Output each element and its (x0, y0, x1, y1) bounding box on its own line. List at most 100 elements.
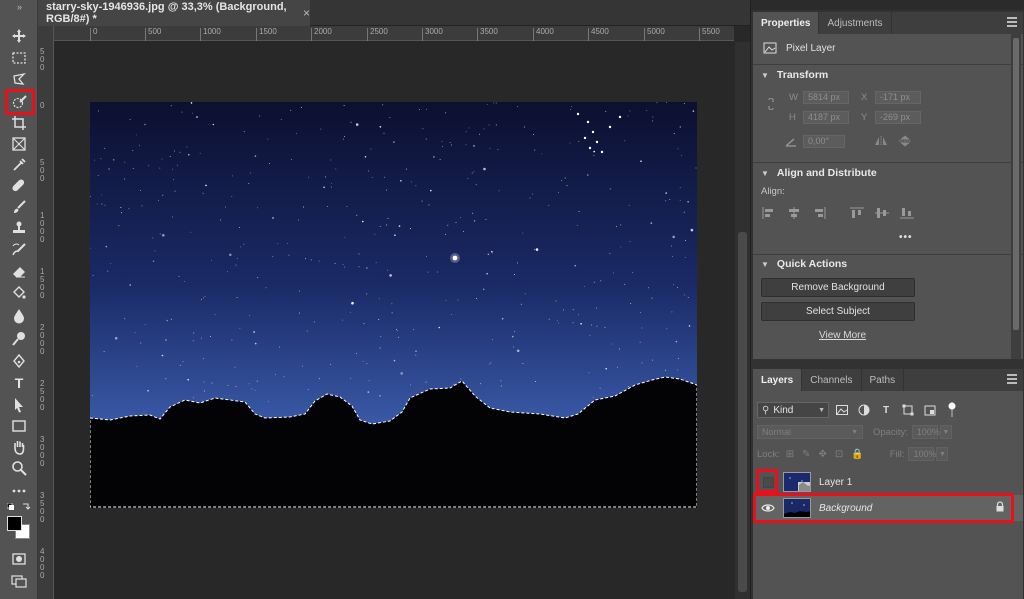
y-field[interactable]: Y -269 px (861, 110, 921, 124)
color-swatches[interactable] (7, 516, 33, 542)
eyedropper-icon[interactable] (8, 155, 30, 175)
chevron-down-icon[interactable]: ▼ (936, 447, 949, 461)
angle-field[interactable]: 0,00° (803, 134, 845, 148)
ruler-tick: 4500 (588, 28, 609, 41)
chevron-down-icon: ▼ (761, 168, 769, 178)
close-document-icon[interactable]: × (303, 6, 310, 20)
align-right-icon[interactable] (811, 206, 827, 220)
blend-mode-select[interactable]: Normal ▼ (757, 425, 863, 439)
properties-panel: Properties Adjustments Pixel Layer ▼ Tran… (753, 12, 1023, 359)
y-label: Y (861, 111, 868, 123)
filter-toggle-icon[interactable] (943, 402, 961, 418)
pixel-layer-icon (763, 42, 777, 54)
filter-kind-select[interactable]: ⚲ Kind ▼ (757, 402, 829, 418)
height-field[interactable]: H 4187 px (789, 110, 849, 124)
remove-background-button[interactable]: Remove Background (761, 278, 915, 297)
ruler-tick: 4000 (533, 28, 554, 41)
document-tab[interactable]: starry-sky-1946936.jpg @ 33,3% (Backgrou… (38, 0, 310, 26)
path-selection-icon[interactable] (8, 395, 30, 415)
panel-menu-icon[interactable] (1007, 17, 1017, 27)
select-subject-button[interactable]: Select Subject (761, 302, 915, 321)
align-left-icon[interactable] (761, 206, 777, 220)
angle-value[interactable]: 0,00° (803, 134, 845, 148)
brush-icon[interactable] (8, 197, 30, 217)
transform-section-header[interactable]: ▼ Transform (761, 69, 828, 81)
hand-icon[interactable] (8, 437, 30, 457)
properties-scrollbar[interactable] (1011, 34, 1021, 359)
rectangle-tool-icon[interactable] (8, 416, 30, 436)
lock-icons[interactable]: ⊞✎✥⊡🔒 (786, 449, 872, 460)
crop-icon[interactable] (8, 113, 30, 133)
height-value[interactable]: 4187 px (803, 110, 849, 124)
link-dimensions-icon[interactable] (763, 97, 779, 111)
healing-brush-icon[interactable] (8, 176, 30, 196)
ruler-tick: 2 5 0 0 (40, 379, 45, 412)
align-section-header[interactable]: ▼ Align and Distribute (761, 167, 877, 179)
tab-layers[interactable]: Layers (753, 369, 803, 391)
quick-mask-icon[interactable] (8, 549, 30, 569)
filter-pixel-icon[interactable] (833, 402, 851, 418)
filter-type-icon[interactable]: T (877, 402, 895, 418)
flip-horizontal-icon[interactable] (873, 134, 889, 148)
quick-actions-section-header[interactable]: ▼ Quick Actions (761, 258, 847, 270)
tab-adjustments[interactable]: Adjustments (819, 12, 892, 34)
align-bottom-icon[interactable] (899, 206, 915, 220)
blur-icon[interactable] (8, 306, 30, 326)
paint-bucket-icon[interactable] (8, 283, 30, 303)
more-options-icon[interactable]: ••• (899, 232, 913, 243)
foreground-color-swatch[interactable] (7, 516, 22, 531)
ruler-tick: 2500 (367, 28, 388, 41)
pen-icon[interactable] (8, 351, 30, 371)
history-brush-icon[interactable] (8, 240, 30, 260)
lasso-icon[interactable] (8, 69, 30, 89)
width-field[interactable]: W 5814 px (789, 90, 849, 104)
tab-paths[interactable]: Paths (862, 369, 905, 391)
tab-channels[interactable]: Channels (802, 369, 862, 391)
view-more-link[interactable]: View More (819, 330, 866, 341)
eraser-icon[interactable] (8, 261, 30, 281)
type-tool-icon[interactable]: T (8, 373, 30, 393)
x-field[interactable]: X -171 px (861, 90, 921, 104)
opacity-value[interactable]: 100% (911, 425, 940, 439)
layer-thumbnail (783, 472, 811, 492)
flip-vertical-icon[interactable] (897, 134, 913, 148)
default-colors-icon[interactable] (6, 502, 31, 512)
panel-menu-icon[interactable] (1007, 374, 1017, 384)
filter-adjustment-icon[interactable] (855, 402, 873, 418)
align-middle-icon[interactable] (874, 206, 890, 220)
zoom-icon[interactable] (8, 458, 30, 478)
align-center-icon[interactable] (786, 206, 802, 220)
quick-selection-tool-icon[interactable] (5, 89, 35, 115)
search-icon: ⚲ (762, 404, 770, 416)
collapse-toolbar-icon[interactable]: » (0, 2, 38, 12)
scrollbar-thumb[interactable] (738, 232, 747, 592)
canvas-area[interactable] (55, 42, 735, 599)
filter-smart-object-icon[interactable] (921, 402, 939, 418)
starry-sky-image[interactable] (90, 102, 697, 508)
tab-properties[interactable]: Properties (753, 12, 820, 34)
photoshop-window: » T starry-sky-1946936.jpg @ 33,3% (Back… (0, 0, 1024, 599)
fill-value[interactable]: 100% (908, 447, 937, 461)
more-tools-icon[interactable] (8, 481, 30, 501)
y-value[interactable]: -269 px (875, 110, 921, 124)
layers-panel: Layers Channels Paths ⚲ Kind ▼ T Normal … (753, 369, 1023, 599)
layer-row-layer-1[interactable]: Layer 1 (753, 469, 1023, 495)
canvas-scrollbar[interactable] (735, 42, 750, 599)
layer-name[interactable]: Layer 1 (819, 477, 852, 488)
transform-title: Transform (776, 69, 829, 81)
height-label: H (789, 111, 796, 123)
align-top-icon[interactable] (849, 206, 865, 220)
frame-icon[interactable] (8, 134, 30, 154)
screen-mode-icon[interactable] (8, 571, 30, 591)
blend-opacity-row: Normal ▼ Opacity: 100% ▼ (757, 424, 952, 440)
chevron-down-icon[interactable]: ▼ (939, 425, 952, 439)
clone-stamp-icon[interactable] (8, 218, 30, 238)
width-value[interactable]: 5814 px (803, 90, 849, 104)
chevron-down-icon: ▼ (761, 259, 769, 269)
scrollbar-thumb[interactable] (1013, 38, 1019, 330)
dodge-icon[interactable] (8, 329, 30, 349)
x-value[interactable]: -171 px (875, 90, 921, 104)
move-tool-icon[interactable] (8, 26, 30, 46)
rectangular-marquee-icon[interactable] (8, 48, 30, 68)
filter-shape-icon[interactable] (899, 402, 917, 418)
